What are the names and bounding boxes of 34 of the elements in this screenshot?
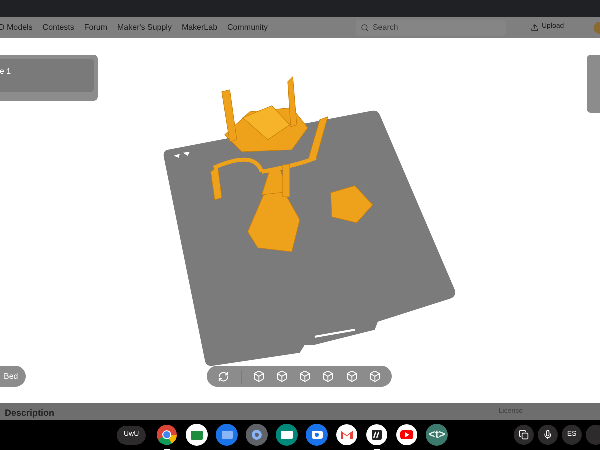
cube-view-icon[interactable] [276, 370, 288, 383]
text-app-button[interactable]: <t> [426, 424, 448, 446]
screenshot-button[interactable] [514, 425, 534, 445]
camera-icon[interactable] [306, 424, 328, 446]
gear-icon[interactable] [246, 424, 268, 446]
mail-icon[interactable] [336, 424, 358, 446]
play-icon[interactable] [396, 424, 418, 446]
cube-view-icon[interactable] [299, 370, 312, 383]
search-field[interactable]: Search [356, 20, 506, 36]
windows-icon [519, 430, 529, 440]
board-icon[interactable] [186, 424, 208, 446]
cube-view-icon[interactable] [346, 370, 358, 383]
microphone-icon [543, 430, 553, 440]
stripes-icon[interactable] [366, 424, 388, 446]
nav-link[interactable]: MakerLab [182, 22, 218, 34]
folder-icon[interactable] [216, 424, 238, 446]
bed-button[interactable]: Bed [0, 366, 26, 387]
cube-view-icon[interactable] [252, 370, 265, 383]
search-icon [360, 24, 369, 32]
microphone-button[interactable] [538, 425, 558, 445]
cube-view-icon[interactable] [368, 370, 382, 383]
side-tool-panel [587, 55, 600, 113]
nav-link[interactable]: Community [228, 22, 268, 34]
section-heading: Description [5, 408, 55, 419]
nav-link[interactable]: Forum [84, 22, 108, 34]
nav-link[interactable]: Maker's Supply [118, 22, 172, 34]
refresh-icon[interactable] [218, 370, 230, 382]
cube-view-icon[interactable] [322, 370, 335, 383]
card-icon[interactable] [276, 424, 298, 446]
upload-icon [530, 24, 539, 32]
nav-link[interactable]: D Models [0, 22, 33, 34]
object-list-item[interactable]: e 1 [0, 59, 94, 92]
browser-icon[interactable] [156, 424, 178, 446]
nav-link[interactable]: Contests [42, 22, 74, 34]
